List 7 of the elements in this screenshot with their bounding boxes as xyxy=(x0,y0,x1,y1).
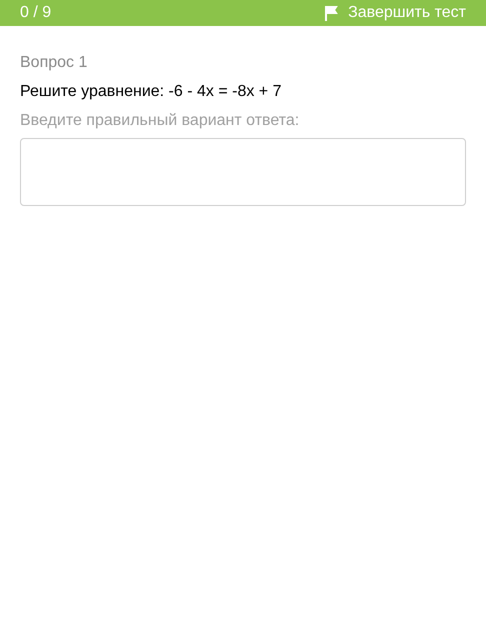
finish-test-button[interactable]: Завершить тест xyxy=(324,5,466,21)
progress-counter: 0 / 9 xyxy=(20,5,52,21)
answer-field[interactable] xyxy=(20,138,466,206)
question-text: Решите уравнение: -6 - 4x = -8x + 7 xyxy=(20,82,282,102)
question-number: Вопрос 1 xyxy=(20,53,88,73)
flag-icon xyxy=(324,5,340,21)
answer-prompt: Введите правильный вариант ответа: xyxy=(20,111,300,131)
